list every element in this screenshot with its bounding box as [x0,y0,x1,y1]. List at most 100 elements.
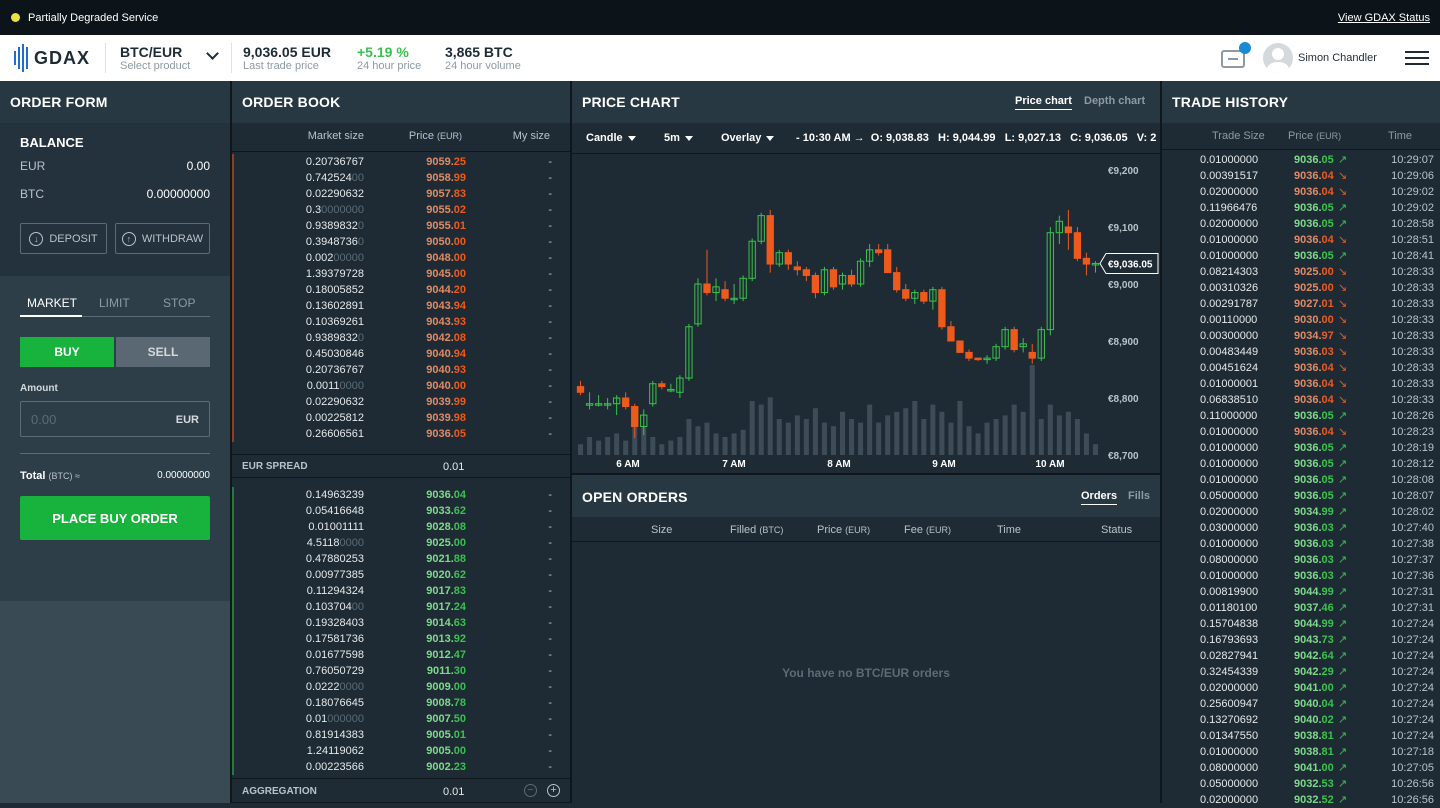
trade-price: 9042.64 [1294,650,1334,662]
bid-row[interactable]: 0.19328403 9014.63 - [232,615,570,631]
tab-market[interactable]: MARKET [27,296,77,310]
arrow-down-right-icon: ↘ [1338,394,1348,406]
ask-row[interactable]: 0.02290632 9057.83 - [232,186,570,202]
bid-row[interactable]: 1.24119062 9005.00 - [232,743,570,759]
volume-bar [948,422,954,455]
trade-time: 10:28:33 [1391,346,1434,358]
bid-row[interactable]: 0.14963239 9036.04 - [232,487,570,503]
trade-time: 10:28:33 [1391,378,1434,390]
price: 9050.00 [426,236,466,248]
depth-bar [232,186,234,202]
plus-circle-icon[interactable]: + [547,784,560,797]
ask-row[interactable]: 0.02290632 9039.99 - [232,394,570,410]
col-fee: Fee (EUR) [904,524,952,536]
ask-row[interactable]: 0.13602891 9043.94 - [232,298,570,314]
ask-row[interactable]: 0.18005852 9044.20 - [232,282,570,298]
interval-select[interactable]: 5m [664,132,693,144]
trade-row: 0.02000000 9032.52 ↗ 10:26:56 [1162,792,1440,808]
ask-row[interactable]: 0.00200000 9048.00 - [232,250,570,266]
depth-bar [232,711,234,727]
panel-title: ORDER BOOK [242,94,341,110]
amount-input[interactable]: 0.00 EUR [20,401,210,437]
bid-row[interactable]: 0.01000000 9007.50 - [232,711,570,727]
trade-time: 10:28:33 [1391,298,1434,310]
bid-row[interactable]: 0.00977385 9020.62 - [232,567,570,583]
tab-stop[interactable]: STOP [163,296,195,310]
ask-row[interactable]: 0.74252400 9058.99 - [232,170,570,186]
col-my-size: My size [512,130,550,142]
amount-label: Amount [20,383,58,394]
ask-row[interactable]: 0.00110000 9040.00 - [232,378,570,394]
logo-bars-icon [14,44,28,72]
market-size: 1.39379728 [305,268,364,280]
ask-row[interactable]: 0.26606561 9036.05 - [232,426,570,442]
avatar[interactable] [1263,43,1293,73]
ask-row[interactable]: 0.20736767 9059.25 - [232,154,570,170]
place-buy-order-button[interactable]: PLACE BUY ORDER [20,496,210,540]
hamburger-menu-icon[interactable] [1405,51,1429,65]
arrow-up-right-icon: ↗ [1338,730,1348,742]
sell-button[interactable]: SELL [116,337,210,367]
my-size: - [548,601,552,613]
bid-row[interactable]: 0.05416648 9033.62 - [232,503,570,519]
price: 9002.23 [426,761,466,773]
tab-price-chart[interactable]: Price chart [1015,95,1072,110]
trade-size: 0.02000000 [1200,794,1259,806]
ask-row[interactable]: 0.30000000 9055.02 - [232,202,570,218]
bid-row[interactable]: 4.51180000 9025.00 - [232,535,570,551]
withdraw-label: WITHDRAW [141,232,204,245]
tab-orders[interactable]: Orders [1081,490,1118,505]
depth-bar [232,234,234,250]
y-tick-label: €8,700 [1108,451,1139,462]
chart-type-select[interactable]: Candle [586,132,636,144]
candle-body [893,272,901,291]
y-tick-label: €9,200 [1108,166,1139,177]
bid-row[interactable]: 0.76050729 9011.30 - [232,663,570,679]
trade-size: 0.11966476 [1200,202,1258,214]
withdraw-button[interactable]: ↑ WITHDRAW [115,223,210,254]
gdax-logo[interactable]: GDAX [14,44,90,72]
candle-body [938,289,946,328]
bid-row[interactable]: 0.02220000 9009.00 - [232,679,570,695]
buy-button[interactable]: BUY [20,337,114,367]
bid-row[interactable]: 0.81914383 9005.01 - [232,727,570,743]
candlestick-chart[interactable]: €9,200 €9,100 €9,000 €8,900 €8,800 €8,700 €9,0… [572,154,1160,473]
tab-limit[interactable]: LIMIT [99,296,130,310]
my-size: - [548,284,552,296]
market-size: 0.81914383 [305,729,364,741]
bid-row[interactable]: 0.01677598 9012.47 - [232,647,570,663]
tab-depth-chart[interactable]: Depth chart [1084,95,1145,107]
volume-bar [695,426,701,455]
arrow-up-right-icon: ↗ [1338,586,1348,598]
trade-price: 9036.05 [1294,458,1334,470]
ask-row[interactable]: 0.39487360 9050.00 - [232,234,570,250]
bid-row[interactable]: 0.10370400 9017.24 - [232,599,570,615]
user-name[interactable]: Simon Chandler [1298,52,1377,64]
tab-fills[interactable]: Fills [1128,490,1150,502]
notification-badge [1239,42,1251,54]
overlay-select[interactable]: Overlay [721,132,775,144]
minus-circle-icon[interactable]: − [524,784,537,797]
ask-row[interactable]: 0.10369261 9043.93 - [232,314,570,330]
ask-row[interactable]: 0.00225812 9039.98 - [232,410,570,426]
bid-row[interactable]: 0.00223566 9002.23 - [232,759,570,775]
bid-row[interactable]: 0.47880253 9021.88 - [232,551,570,567]
gdax-status-link[interactable]: View GDAX Status [1338,12,1430,24]
ask-row[interactable]: 0.93898320 9055.01 - [232,218,570,234]
bid-row[interactable]: 0.17581736 9013.92 - [232,631,570,647]
bid-row[interactable]: 0.11294324 9017.83 - [232,583,570,599]
product-selector[interactable]: BTC/EUR Select product [106,35,231,81]
bid-row[interactable]: 0.18076645 9008.78 - [232,695,570,711]
bid-row[interactable]: 0.01001111 9028.08 - [232,519,570,535]
trade-size: 0.08000000 [1200,762,1259,774]
ask-row[interactable]: 0.45030846 9040.94 - [232,346,570,362]
candle-body [874,249,883,254]
arrow-up-right-icon: ↗ [1338,458,1348,470]
ask-row[interactable]: 0.20736767 9040.93 - [232,362,570,378]
my-size: - [548,332,552,344]
ask-row[interactable]: 1.39379728 9045.00 - [232,266,570,282]
market-size: 0.13602891 [305,300,364,312]
arrow-down-right-icon: ↘ [1338,186,1348,198]
ask-row[interactable]: 0.93898320 9042.08 - [232,330,570,346]
deposit-button[interactable]: ↓ DEPOSIT [20,223,107,254]
